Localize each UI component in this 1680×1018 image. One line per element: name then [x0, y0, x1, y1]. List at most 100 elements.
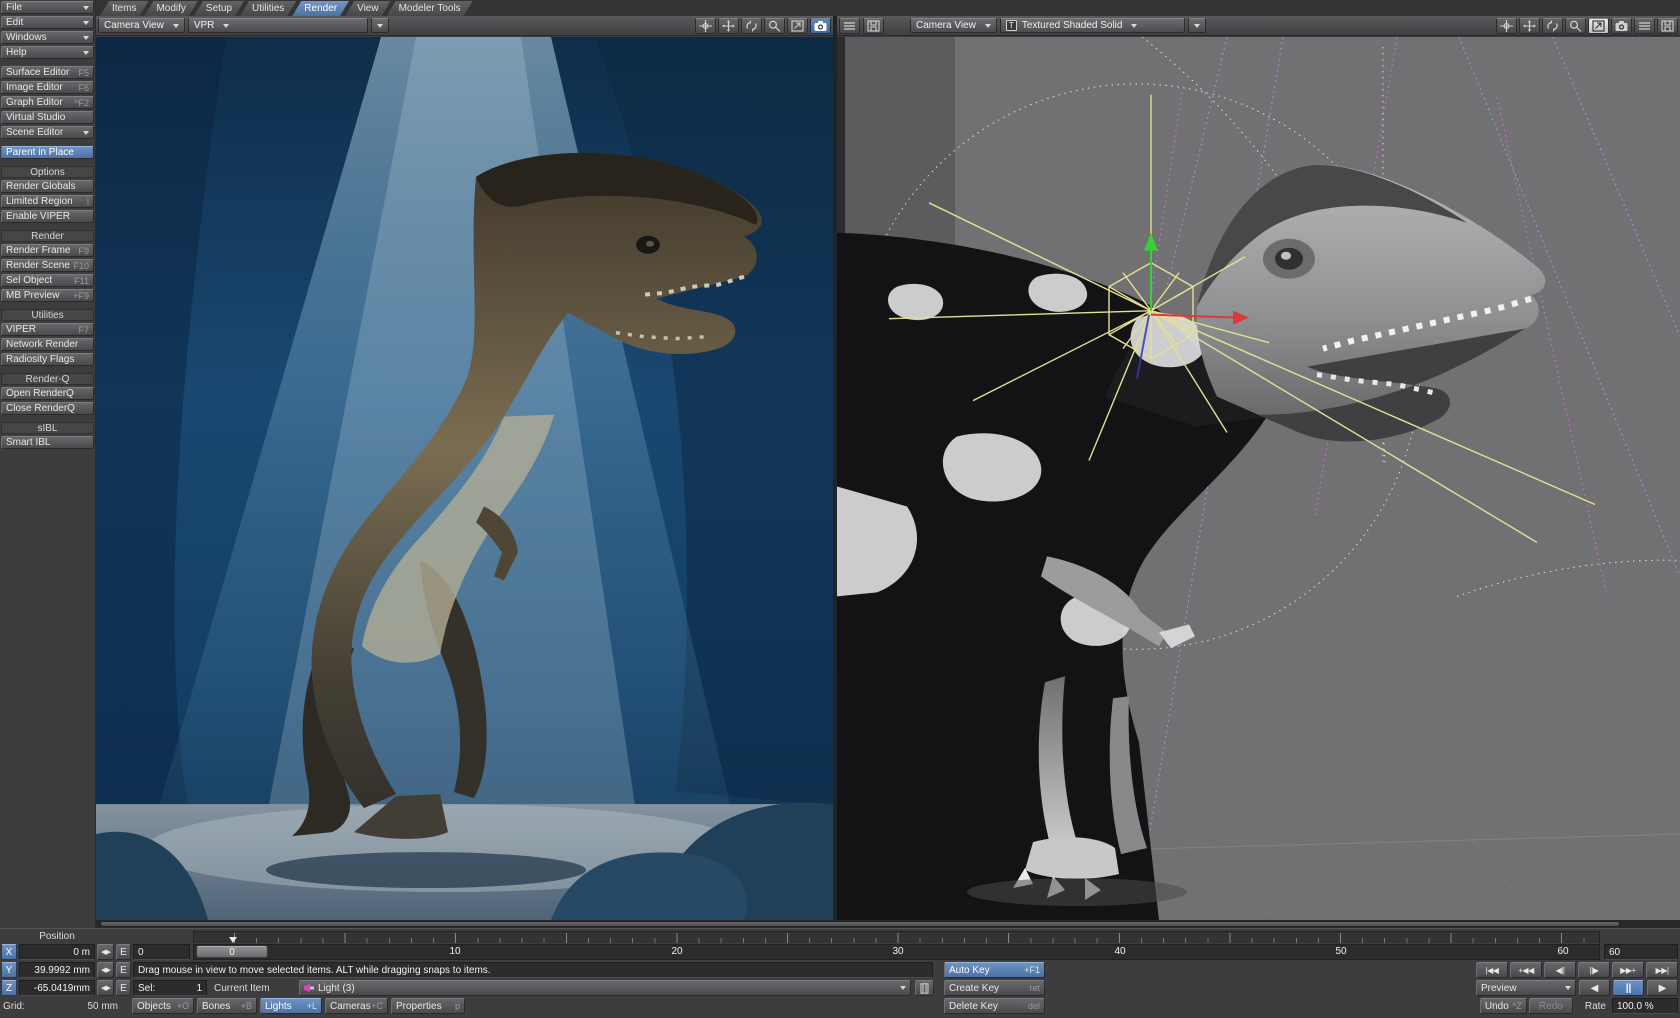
next-frame-button[interactable]: ||▶	[1578, 962, 1610, 978]
previous-key-button[interactable]: +◀◀	[1510, 962, 1542, 978]
axis-z-button[interactable]: Z	[1, 980, 17, 996]
tab-modify[interactable]: Modify	[144, 1, 197, 16]
tab-render[interactable]: Render	[292, 1, 349, 16]
graph-editor-button[interactable]: Graph Editor^F2	[1, 96, 94, 109]
render-frame-button[interactable]: Render FrameF9	[1, 244, 94, 257]
orbit-view-icon[interactable]	[1542, 18, 1563, 34]
end-frame-field[interactable]: 60	[1604, 944, 1678, 960]
open-renderq-button[interactable]: Open RenderQ	[1, 387, 94, 400]
frame-slider-track[interactable]: 0 10 20 30 40 50 60	[193, 944, 1600, 960]
rotate-view-icon[interactable]	[718, 18, 739, 34]
render-scene-button[interactable]: Render SceneF10	[1, 259, 94, 272]
viewport-menu-icon[interactable]	[1634, 18, 1655, 34]
chevron-down-icon	[173, 24, 179, 28]
position-x-field[interactable]: 0 m	[19, 944, 95, 960]
maximize-viewport-icon[interactable]	[1588, 18, 1609, 34]
view-type-dropdown-left[interactable]: Camera View	[98, 18, 185, 33]
frame-ruler[interactable]	[193, 931, 1600, 943]
menu-windows[interactable]: Windows	[1, 31, 94, 44]
timeline-scrollbar[interactable]	[96, 920, 1680, 928]
menu-edit[interactable]: Edit	[1, 16, 94, 29]
position-y-field[interactable]: 39.9992 mm	[19, 962, 95, 978]
nudge-z-button[interactable]: ◀▶	[97, 980, 114, 996]
timeline-scrollbar-thumb[interactable]	[100, 921, 1620, 927]
menu-file[interactable]: File	[1, 1, 94, 14]
maximize-viewport-icon[interactable]	[787, 18, 808, 34]
tab-modeler-tools[interactable]: Modeler Tools	[387, 1, 473, 16]
zoom-view-icon[interactable]	[1565, 18, 1586, 34]
bottom-panel: Position X 0 m ◀▶ E 0 0 10 20 30 40 50 6…	[0, 928, 1680, 1018]
delete-key-button[interactable]: Delete Keydel	[944, 998, 1045, 1014]
sel-object-button[interactable]: Sel ObjectF11	[1, 274, 94, 287]
previous-frame-button[interactable]: ◀||	[1544, 962, 1576, 978]
tab-setup[interactable]: Setup	[194, 1, 244, 16]
tab-items[interactable]: Items	[100, 1, 148, 16]
rotate-view-icon[interactable]	[1519, 18, 1540, 34]
play-reverse-button[interactable]: ◀	[1579, 980, 1610, 996]
textured-shaded-view[interactable]	[837, 37, 1680, 920]
go-to-start-button[interactable]: |◀◀	[1476, 962, 1508, 978]
save-layout-icon[interactable]	[1657, 18, 1678, 34]
current-frame-marker[interactable]	[229, 937, 237, 943]
objects-button[interactable]: Objects+O	[132, 998, 194, 1014]
parent-in-place-button[interactable]: Parent in Place	[1, 146, 94, 159]
nudge-x-button[interactable]: ◀▶	[97, 944, 114, 960]
mb-preview-button[interactable]: MB Preview+F9	[1, 289, 94, 302]
current-item-dropdown[interactable]: Light (3)	[299, 980, 911, 996]
undo-button[interactable]: Undo^Z	[1480, 998, 1527, 1014]
orbit-view-icon[interactable]	[741, 18, 762, 34]
create-key-button[interactable]: Create Keyret	[944, 980, 1045, 996]
viewport-options-dropdown-right[interactable]	[1188, 18, 1206, 33]
next-key-button[interactable]: ▶▶+	[1612, 962, 1644, 978]
axis-y-button[interactable]: Y	[1, 962, 17, 978]
viewport-menu-icon[interactable]	[839, 18, 860, 34]
tab-view[interactable]: View	[345, 1, 391, 16]
axis-x-button[interactable]: X	[1, 944, 17, 960]
render-mode-dropdown-right[interactable]: T Textured Shaded Solid	[1000, 18, 1185, 33]
envelope-x-button[interactable]: E	[116, 944, 131, 960]
smart-ibl-button[interactable]: Smart IBL	[1, 436, 94, 449]
auto-key-button[interactable]: Auto Key+F1	[944, 962, 1045, 978]
cameras-button[interactable]: Cameras+C	[325, 998, 388, 1014]
radiosity-flags-button[interactable]: Radiosity Flags	[1, 353, 94, 366]
rate-field[interactable]: 100.0 %	[1612, 998, 1678, 1014]
enable-viper-button[interactable]: Enable VIPER	[1, 210, 94, 223]
position-z-field[interactable]: -65.0419mm	[19, 980, 95, 996]
menu-help[interactable]: Help	[1, 46, 94, 59]
network-render-button[interactable]: Network Render	[1, 338, 94, 351]
image-editor-button[interactable]: Image EditorF6	[1, 81, 94, 94]
frame-slider-handle[interactable]: 0	[196, 946, 268, 958]
camera-view-render[interactable]	[96, 37, 833, 920]
properties-button[interactable]: Propertiesp	[391, 998, 465, 1014]
lights-button[interactable]: Lights+L	[260, 998, 322, 1014]
save-layout-icon[interactable]	[863, 18, 884, 34]
virtual-studio-button[interactable]: Virtual Studio	[1, 111, 94, 124]
preview-dropdown[interactable]: Preview	[1476, 980, 1576, 996]
scene-editor-button[interactable]: Scene Editor	[1, 126, 94, 139]
tab-utilities[interactable]: Utilities	[240, 1, 296, 16]
render-globals-button[interactable]: Render Globals	[1, 180, 94, 193]
viewport-options-dropdown-left[interactable]	[371, 18, 389, 33]
tick-label: 40	[1114, 946, 1125, 957]
play-button[interactable]: ▶	[1647, 980, 1678, 996]
close-renderq-button[interactable]: Close RenderQ	[1, 402, 94, 415]
viper-button[interactable]: VIPERF7	[1, 323, 94, 336]
pause-button[interactable]: ||	[1613, 980, 1644, 996]
pan-view-icon[interactable]	[695, 18, 716, 34]
envelope-y-button[interactable]: E	[116, 962, 131, 978]
item-list-button[interactable]	[915, 980, 934, 996]
current-frame-field[interactable]: 0	[133, 944, 190, 960]
zoom-view-icon[interactable]	[764, 18, 785, 34]
go-to-end-button[interactable]: ▶▶|	[1646, 962, 1678, 978]
pan-view-icon[interactable]	[1496, 18, 1517, 34]
camera-view-icon[interactable]	[1611, 18, 1632, 34]
bones-button[interactable]: Bones+B	[197, 998, 257, 1014]
view-type-dropdown-right[interactable]: Camera View	[910, 18, 997, 33]
redo-button[interactable]: Redo	[1529, 998, 1573, 1014]
envelope-z-button[interactable]: E	[116, 980, 131, 996]
render-mode-dropdown-left[interactable]: VPR	[188, 18, 368, 33]
surface-editor-button[interactable]: Surface EditorF5	[1, 66, 94, 79]
nudge-y-button[interactable]: ◀▶	[97, 962, 114, 978]
camera-view-icon[interactable]	[810, 18, 831, 34]
limited-region-button[interactable]: Limited Regionl	[1, 195, 94, 208]
